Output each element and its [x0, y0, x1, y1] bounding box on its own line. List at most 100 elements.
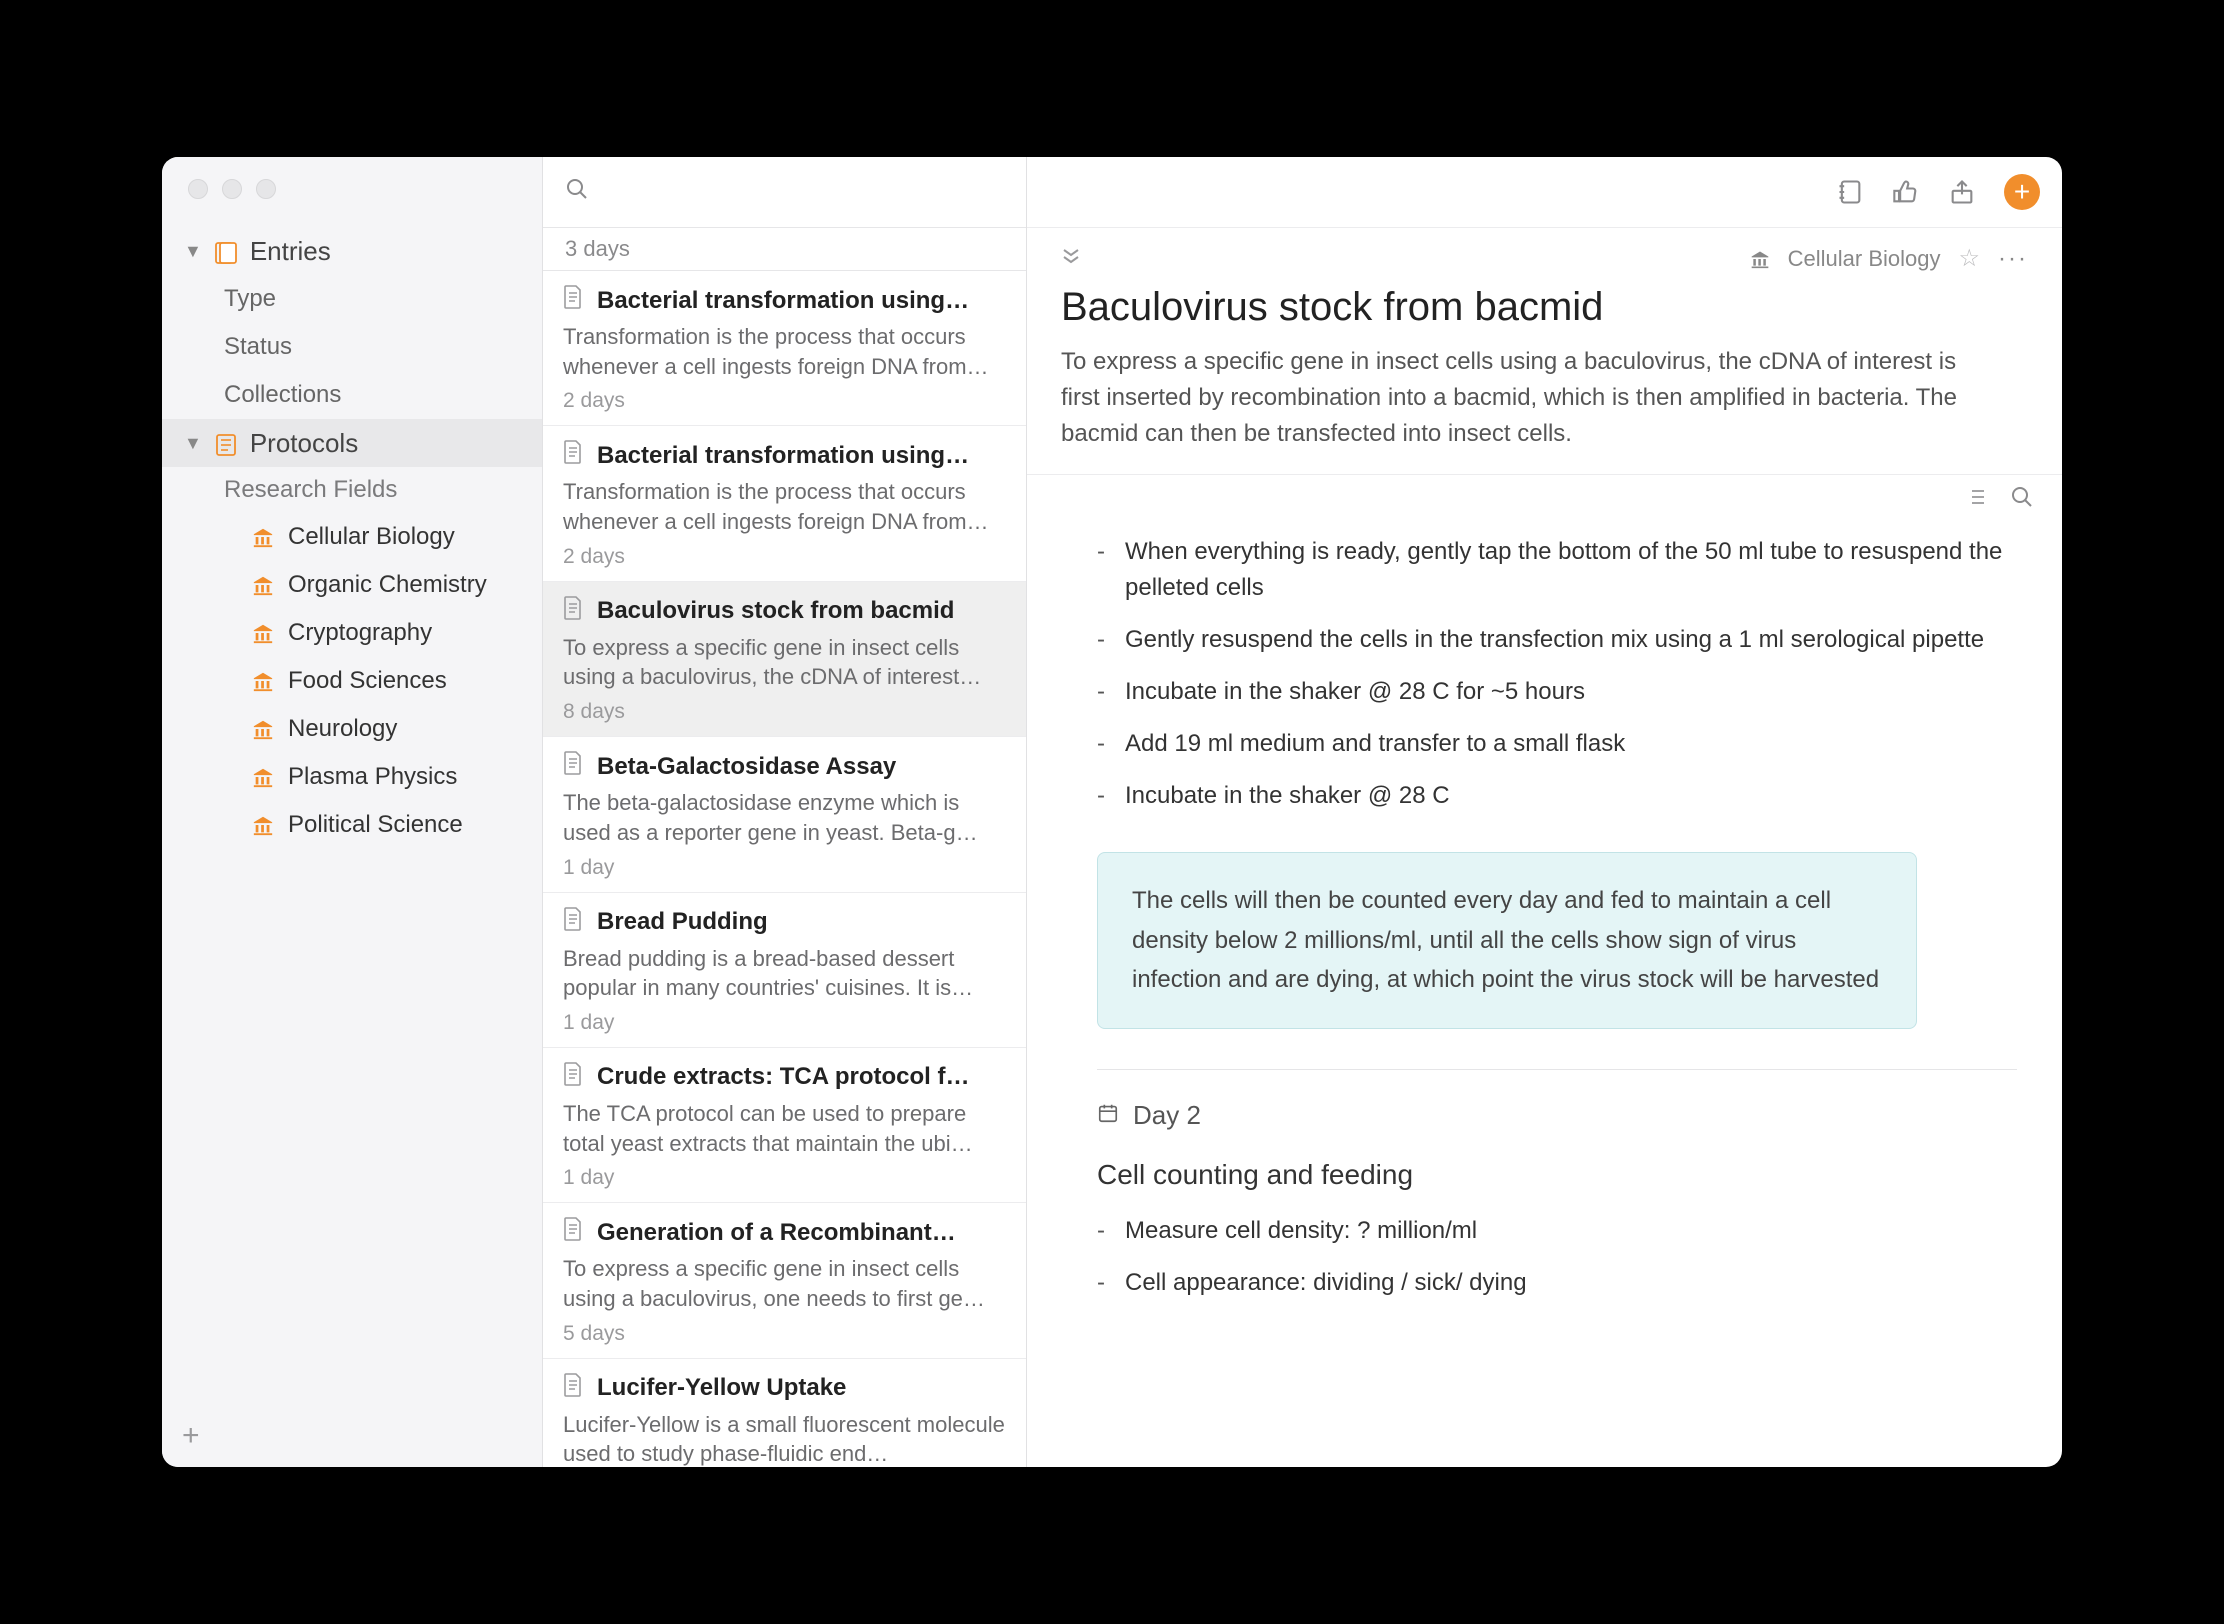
- sidebar-item-collections[interactable]: Collections: [162, 371, 542, 419]
- research-fields-header: Research Fields: [162, 467, 542, 513]
- detail-header: Cellular Biology ☆ ··· Baculovirus stock…: [1027, 227, 2062, 475]
- field-label: Cellular Biology: [288, 523, 455, 551]
- field-label: Cryptography: [288, 619, 432, 647]
- journal-icon[interactable]: [1836, 178, 1864, 206]
- sidebar: ▼ Entries Type Status Collections ▼ Prot…: [162, 157, 543, 1467]
- entry-desc: Bread pudding is a bread-based dessert p…: [563, 944, 1006, 1003]
- document-title: Baculovirus stock from bacmid: [1061, 285, 2028, 330]
- entry-time: 2 days: [563, 545, 1006, 569]
- new-button[interactable]: +: [2004, 174, 2040, 210]
- sidebar-field-neurology[interactable]: Neurology: [162, 705, 542, 753]
- calendar-icon: [1097, 1100, 1119, 1131]
- detail-pane: + Cellular Biology ☆ ··· Baculovirus sto…: [1027, 157, 2062, 1467]
- sidebar-field-political-science[interactable]: Political Science: [162, 801, 542, 849]
- entry-title: Beta-Galactosidase Assay: [597, 753, 896, 781]
- sidebar-entries-label: Entries: [250, 236, 331, 267]
- entry-list-pane: 3 days Bacterial transformation using… Tr…: [543, 157, 1027, 1467]
- document-icon: [563, 1062, 583, 1093]
- entry-desc: The TCA protocol can be used to prepare …: [563, 1099, 1006, 1158]
- sidebar-field-plasma-physics[interactable]: Plasma Physics: [162, 753, 542, 801]
- field-icon: [252, 670, 274, 692]
- detail-toolbar: +: [1027, 157, 2062, 227]
- document-icon: [563, 285, 583, 316]
- divider: [1097, 1069, 2017, 1070]
- collapse-icon[interactable]: [1061, 245, 1081, 273]
- entry-title: Lucifer-Yellow Uptake: [597, 1374, 846, 1402]
- entry-desc: The beta-galactosidase enzyme which is u…: [563, 788, 1006, 847]
- entry-title: Bacterial transformation using…: [597, 442, 969, 470]
- entry-title: Bacterial transformation using…: [597, 287, 969, 315]
- field-icon: [252, 526, 274, 548]
- entry-title: Bread Pudding: [597, 908, 768, 936]
- entries-icon: [214, 240, 238, 262]
- entry-time: 8 days: [563, 700, 1006, 724]
- entry-time: 5 days: [563, 1322, 1006, 1346]
- sidebar-entries[interactable]: ▼ Entries: [162, 227, 542, 275]
- protocols-icon: [214, 432, 238, 454]
- entry-item[interactable]: Bacterial transformation using… Transform…: [543, 271, 1026, 426]
- entry-desc: Transformation is the process that occur…: [563, 477, 1006, 536]
- entry-time: 1 day: [563, 856, 1006, 880]
- thumbs-up-icon[interactable]: [1892, 178, 1920, 206]
- field-label: Neurology: [288, 715, 397, 743]
- sidebar-field-cryptography[interactable]: Cryptography: [162, 609, 542, 657]
- document-icon: [563, 907, 583, 938]
- entry-item[interactable]: Baculovirus stock from bacmid To express …: [543, 582, 1026, 737]
- entry-time: 2 days: [563, 389, 1006, 413]
- step-item: When everything is ready, gently tap the…: [1097, 526, 2028, 614]
- traffic-minimize[interactable]: [222, 179, 242, 199]
- app-window: ▼ Entries Type Status Collections ▼ Prot…: [162, 157, 2062, 1467]
- day-label: Day 2: [1133, 1100, 1201, 1131]
- entry-desc: Lucifer-Yellow is a small fluorescent mo…: [563, 1410, 1006, 1467]
- sidebar-protocols-label: Protocols: [250, 428, 358, 459]
- field-icon: [252, 622, 274, 644]
- step-item: Cell appearance: dividing / sick/ dying: [1097, 1257, 2028, 1309]
- field-label[interactable]: Cellular Biology: [1788, 246, 1941, 272]
- field-icon: [1750, 249, 1770, 269]
- window-controls: [162, 157, 542, 199]
- entry-desc: To express a specific gene in insect cel…: [563, 1254, 1006, 1313]
- entry-list[interactable]: Bacterial transformation using… Transform…: [543, 271, 1026, 1467]
- add-button[interactable]: +: [182, 1419, 200, 1453]
- star-icon[interactable]: ☆: [1959, 244, 1981, 273]
- document-icon: [563, 751, 583, 782]
- sidebar-item-status[interactable]: Status: [162, 323, 542, 371]
- chevron-down-icon: ▼: [184, 241, 202, 262]
- step-item: Incubate in the shaker @ 28 C: [1097, 770, 2028, 822]
- list-top: [543, 157, 1026, 227]
- section-title: Cell counting and feeding: [1097, 1159, 2028, 1191]
- document-summary: To express a specific gene in insect cel…: [1061, 344, 2001, 452]
- share-icon[interactable]: [1948, 178, 1976, 206]
- entry-item[interactable]: Crude extracts: TCA protocol f…The TCA p…: [543, 1048, 1026, 1203]
- search-icon[interactable]: [565, 177, 589, 208]
- entry-desc: To express a specific gene in insect cel…: [563, 633, 1006, 692]
- more-icon[interactable]: ···: [1998, 245, 2028, 273]
- traffic-close[interactable]: [188, 179, 208, 199]
- sidebar-field-food-sciences[interactable]: Food Sciences: [162, 657, 542, 705]
- outline-icon[interactable]: [1964, 485, 1988, 516]
- field-icon: [252, 574, 274, 596]
- sidebar-item-type[interactable]: Type: [162, 275, 542, 323]
- sidebar-field-organic-chemistry[interactable]: Organic Chemistry: [162, 561, 542, 609]
- entry-item[interactable]: Lucifer-Yellow Uptake Lucifer-Yellow is a…: [543, 1359, 1026, 1467]
- field-label: Political Science: [288, 811, 463, 839]
- document-content[interactable]: When everything is ready, gently tap the…: [1027, 526, 2062, 1467]
- entry-item[interactable]: Generation of a Recombinant…To express a…: [543, 1203, 1026, 1358]
- entry-item[interactable]: Bacterial transformation using… Transform…: [543, 426, 1026, 581]
- content-tools: [1027, 475, 2062, 526]
- field-label: Food Sciences: [288, 667, 447, 695]
- traffic-zoom[interactable]: [256, 179, 276, 199]
- entry-title: Baculovirus stock from bacmid: [597, 597, 954, 625]
- entry-desc: Transformation is the process that occur…: [563, 322, 1006, 381]
- document-icon: [563, 1373, 583, 1404]
- sidebar-protocols[interactable]: ▼ Protocols: [162, 419, 542, 467]
- list-group-header: 3 days: [543, 227, 1026, 271]
- field-icon: [252, 718, 274, 740]
- search-in-doc-icon[interactable]: [2010, 485, 2034, 516]
- sidebar-field-cellular-biology[interactable]: Cellular Biology: [162, 513, 542, 561]
- entry-item[interactable]: Bread Pudding Bread pudding is a bread-ba…: [543, 893, 1026, 1048]
- entry-item[interactable]: Beta-Galactosidase Assay The beta-galacto…: [543, 737, 1026, 892]
- field-icon: [252, 814, 274, 836]
- callout-note: The cells will then be counted every day…: [1097, 852, 1917, 1029]
- field-label: Organic Chemistry: [288, 571, 487, 599]
